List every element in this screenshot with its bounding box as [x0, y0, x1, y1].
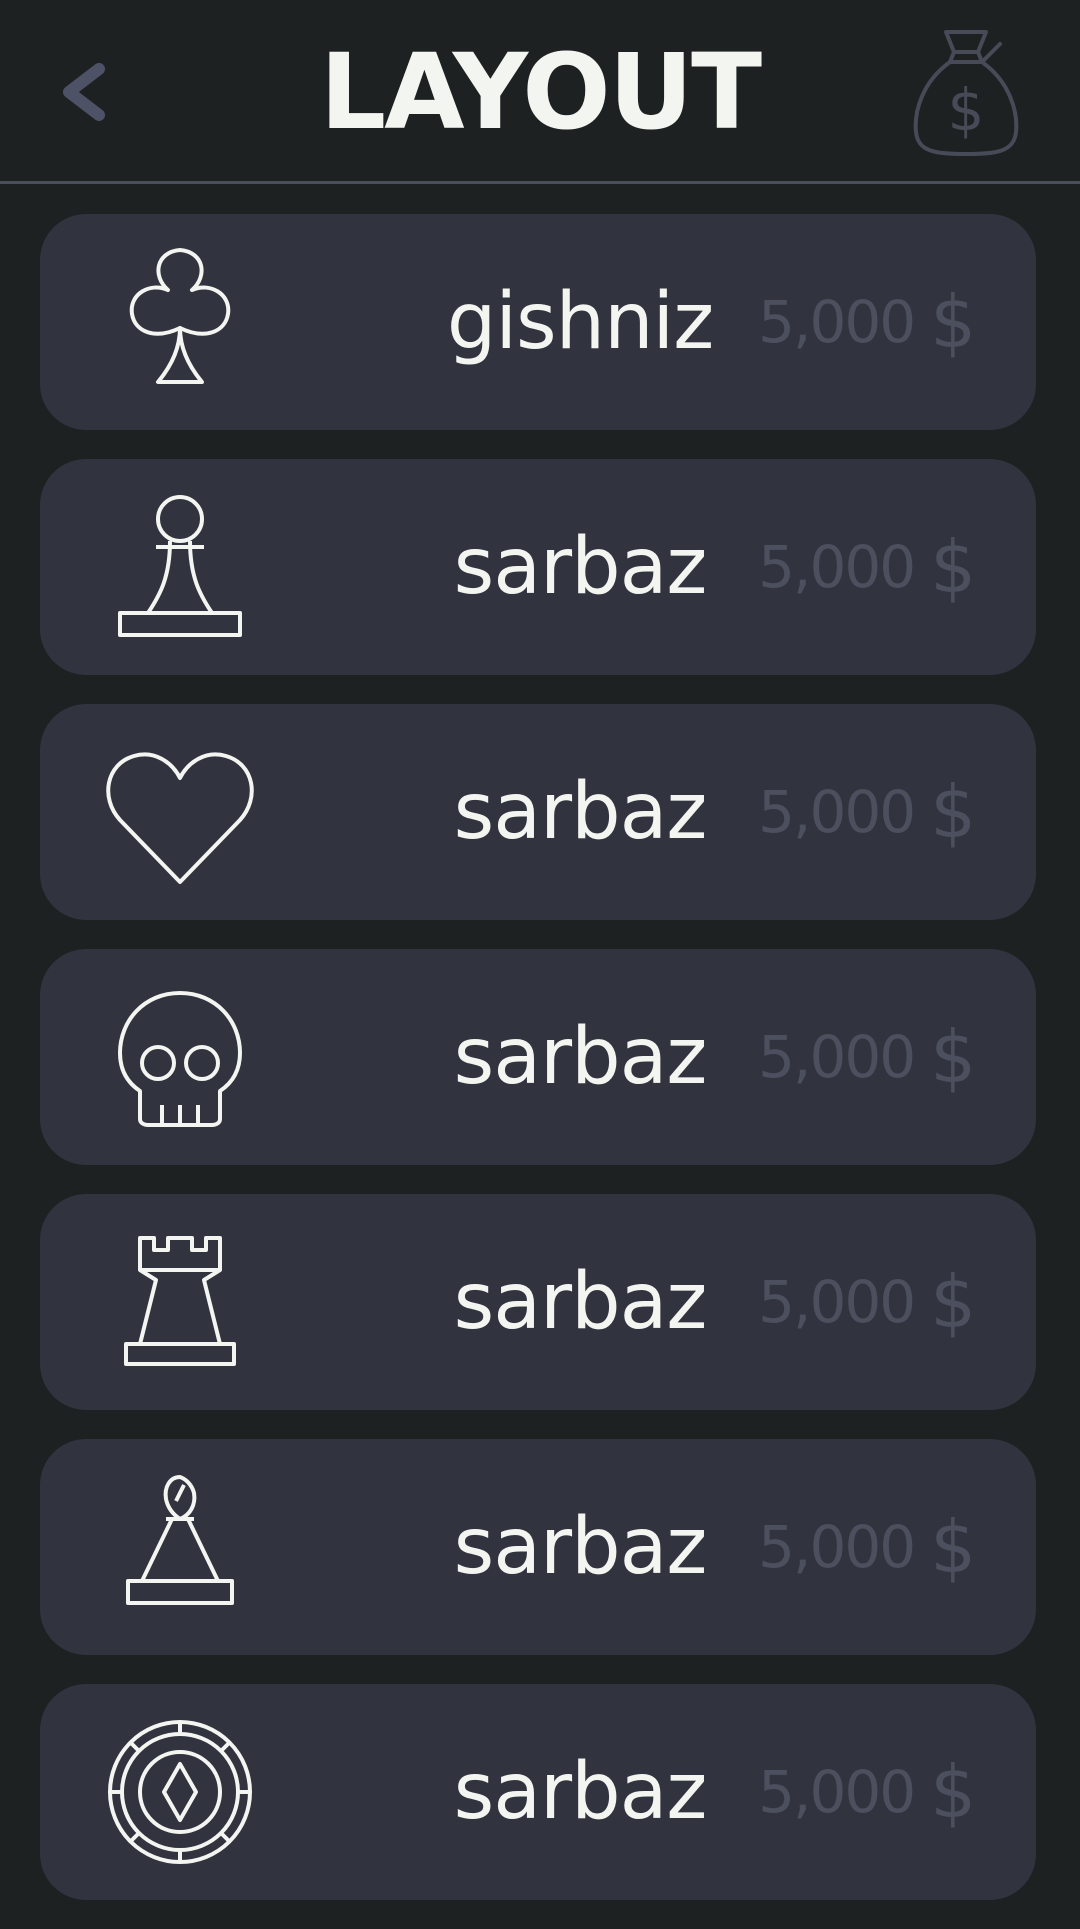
item-price: 5,000 $	[758, 704, 976, 920]
list-item[interactable]: gishniz 5,000 $	[40, 214, 1036, 430]
currency-symbol: $	[930, 280, 976, 364]
price-amount: 5,000	[758, 1023, 916, 1091]
item-name: sarbaz	[453, 522, 708, 612]
list-item[interactable]: sarbaz 5,000 $	[40, 1684, 1036, 1900]
pawn-icon	[90, 477, 270, 657]
item-name: sarbaz	[453, 1012, 708, 1102]
heart-icon	[90, 722, 270, 902]
page-title: LAYOUT	[319, 31, 762, 153]
currency-symbol: $	[930, 770, 976, 854]
item-name: sarbaz	[453, 767, 708, 857]
item-price: 5,000 $	[758, 1194, 976, 1410]
club-icon	[90, 232, 270, 412]
wallet-button[interactable]: $	[908, 22, 1024, 164]
svg-text:$: $	[948, 76, 985, 144]
item-price: 5,000 $	[758, 1439, 976, 1655]
item-list: gishniz 5,000 $ sarbaz 5,000 $ sarbaz 5,000 $ …	[40, 214, 1036, 1929]
list-item[interactable]: sarbaz 5,000 $	[40, 1439, 1036, 1655]
list-item[interactable]: sarbaz 5,000 $	[40, 949, 1036, 1165]
price-amount: 5,000	[758, 778, 916, 846]
list-item[interactable]: sarbaz 5,000 $	[40, 459, 1036, 675]
item-price: 5,000 $	[758, 214, 976, 430]
item-name: gishniz	[446, 277, 714, 367]
item-name: sarbaz	[453, 1502, 708, 1592]
item-name: sarbaz	[453, 1747, 708, 1837]
currency-symbol: $	[930, 1260, 976, 1344]
bishop-icon	[90, 1457, 270, 1637]
price-amount: 5,000	[758, 288, 916, 356]
currency-symbol: $	[930, 1015, 976, 1099]
price-amount: 5,000	[758, 1268, 916, 1336]
currency-symbol: $	[930, 1505, 976, 1589]
money-bag-icon: $	[913, 30, 1019, 156]
item-name: sarbaz	[453, 1257, 708, 1347]
item-price: 5,000 $	[758, 1684, 976, 1900]
currency-symbol: $	[930, 1750, 976, 1834]
item-price: 5,000 $	[758, 949, 976, 1165]
price-amount: 5,000	[758, 533, 916, 601]
item-price: 5,000 $	[758, 459, 976, 675]
skull-icon	[90, 967, 270, 1147]
poker-chip-icon	[90, 1702, 270, 1882]
list-item[interactable]: sarbaz 5,000 $	[40, 1194, 1036, 1410]
top-bar: LAYOUT $	[0, 0, 1080, 184]
list-item[interactable]: sarbaz 5,000 $	[40, 704, 1036, 920]
rook-icon	[90, 1212, 270, 1392]
back-button[interactable]	[50, 50, 120, 134]
price-amount: 5,000	[758, 1758, 916, 1826]
chevron-left-icon	[63, 63, 105, 121]
currency-symbol: $	[930, 525, 976, 609]
price-amount: 5,000	[758, 1513, 916, 1581]
